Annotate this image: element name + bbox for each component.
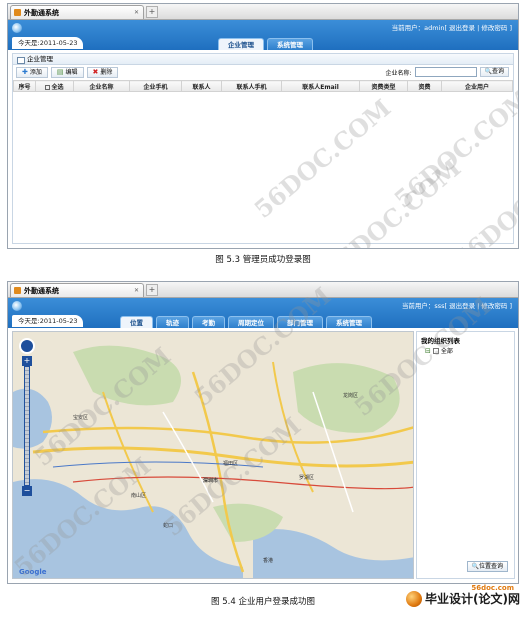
zoom-slider[interactable] (24, 366, 30, 486)
col-index: 序号 (13, 80, 36, 92)
edit-button[interactable]: ▤ 编辑 (50, 67, 84, 78)
map-label-longgang: 龙岗区 (343, 393, 359, 399)
toolbar: ✚ 添加 ▤ 编辑 ✖ 删除 企业名称: 🔍查询 (13, 65, 513, 80)
tab-department[interactable]: 部门管理 (277, 316, 323, 328)
user-screenshot: 外勤通系统 ✕ + 当前用户：sss[ 退出登录 | 修改密码 ] 今天是:20… (7, 281, 519, 584)
tab-system[interactable]: 系统管理 (326, 316, 372, 328)
col-fee-type: 资费类型 (359, 80, 408, 92)
edit-icon: ▤ (56, 68, 64, 76)
map-label-futian: 福田区 (223, 461, 239, 467)
browser-tab-title: 外勤通系统 (24, 286, 59, 295)
tab-periodic-location[interactable]: 周期定位 (228, 316, 274, 328)
search-label: 企业名称: (385, 69, 412, 77)
org-list-title: 我的组织列表 (421, 337, 460, 345)
user-status[interactable]: 当前用户：sss[ 退出登录 | 修改密码 ] (402, 300, 512, 310)
favicon-icon (14, 9, 21, 16)
col-select-all[interactable]: 全选 (35, 80, 74, 92)
map-label-hongkong: 香港 (263, 558, 274, 564)
select-all-checkbox[interactable] (45, 84, 51, 90)
tab-enterprise-management[interactable]: 企业管理 (218, 38, 264, 50)
date-label: 今天是:2011-05-23 (12, 37, 84, 49)
app-header: 当前用户：sss[ 退出登录 | 修改密码 ] 今天是:2011-05-23 位… (8, 298, 518, 328)
col-phone: 企业手机 (129, 80, 182, 92)
app-logo-icon (12, 301, 22, 311)
tab-track[interactable]: 轨迹 (156, 316, 189, 328)
browser-tabbar: 外勤通系统 ✕ + (8, 282, 518, 298)
search-button[interactable]: 🔍查询 (479, 67, 509, 77)
tree-expand-icon[interactable]: ⊟ (425, 347, 431, 355)
brand-logo-icon (406, 591, 423, 607)
delete-label: 删除 (100, 69, 113, 76)
browser-tabbar: 外勤通系统 ✕ + (8, 4, 518, 20)
col-enterprise-users: 企业用户 (441, 80, 513, 92)
add-label: 添加 (29, 69, 42, 76)
browser-tab[interactable]: 外勤通系统 ✕ (10, 283, 144, 297)
org-sidebar: 我的组织列表 ⊟ 全部 🔍位置查询 (416, 331, 515, 579)
main-nav: 位置 轨迹 考勤 周期定位 部门管理 系统管理 (120, 316, 372, 328)
col-contact: 联系人 (181, 80, 222, 92)
close-tab-icon[interactable]: ✕ (134, 9, 139, 16)
footer-site: 56doc.com (471, 584, 514, 592)
tab-system-management[interactable]: 系统管理 (267, 38, 313, 50)
zoom-out-button[interactable]: − (22, 486, 32, 496)
enterprise-panel: 企业管理 ✚ 添加 ▤ 编辑 ✖ 删除 企业名称: 🔍查询 序号 全选 企业名称 企业… (12, 53, 514, 244)
locate-button-label: 位置查询 (478, 563, 503, 570)
new-tab-button[interactable]: + (146, 6, 158, 18)
col-name: 企业名称 (73, 80, 130, 92)
map-label-nanshan: 南山区 (131, 493, 147, 499)
search-icon: 🔍 (484, 68, 492, 75)
map-label-baoan: 宝安区 (73, 415, 89, 421)
app-header: 当前用户：admin[ 退出登录 | 修改密码 ] 今天是:2011-05-23… (8, 20, 518, 50)
footer-brand: 毕业设计(论文)网 (425, 592, 520, 606)
favicon-icon (14, 287, 21, 294)
search-area: 企业名称: 🔍查询 (385, 67, 509, 77)
locate-icon: 🔍 (471, 563, 479, 570)
search-button-label: 查询 (491, 68, 504, 75)
map-label-shekou: 蛇口 (163, 523, 174, 529)
caption-figure-5-3: 图 5.3 管理员成功登录图 (215, 255, 311, 265)
pan-control-icon[interactable] (19, 338, 35, 354)
date-label: 今天是:2011-05-23 (12, 315, 84, 327)
footer-logo: 56doc.com 毕业设计(论文)网 (406, 584, 520, 607)
org-checkbox[interactable] (432, 347, 439, 354)
browser-tab[interactable]: 外勤通系统 ✕ (10, 5, 144, 19)
delete-icon: ✖ (92, 68, 99, 76)
map-view[interactable]: + − 深圳市 罗湖区 蛇口 香港 南山区 福田区 宝安区 龙岗区 Google (12, 331, 414, 579)
locate-button[interactable]: 🔍位置查询 (466, 561, 508, 572)
app-logo-icon (12, 23, 22, 33)
col-fee: 资费 (407, 80, 442, 92)
admin-screenshot: 外勤通系统 ✕ + 当前用户：admin[ 退出登录 | 修改密码 ] 今天是:… (7, 3, 519, 249)
map-label-luohu: 罗湖区 (299, 475, 315, 481)
map-canvas (13, 332, 413, 578)
map-zoom-control: + − (19, 338, 35, 496)
table-header-row: 序号 全选 企业名称 企业手机 联系人 联系人手机 联系人Email 资费类型 … (13, 80, 513, 92)
tab-attendance[interactable]: 考勤 (192, 316, 225, 328)
col-contact-email: 联系人Email (281, 80, 360, 92)
edit-label: 编辑 (65, 69, 78, 76)
main-nav: 企业管理 系统管理 (218, 38, 313, 50)
add-button[interactable]: ✚ 添加 (16, 67, 48, 78)
panel-title: 企业管理 (13, 54, 513, 65)
user-status[interactable]: 当前用户：admin[ 退出登录 | 修改密码 ] (392, 22, 512, 32)
select-all-label: 全选 (51, 83, 64, 91)
tab-location[interactable]: 位置 (120, 316, 153, 328)
col-contact-phone: 联系人手机 (221, 80, 282, 92)
org-tree-item[interactable]: ⊟ 全部 (417, 346, 514, 356)
new-tab-button[interactable]: + (146, 284, 158, 296)
google-logo: Google (19, 568, 47, 576)
close-tab-icon[interactable]: ✕ (134, 287, 139, 294)
delete-button[interactable]: ✖ 删除 (86, 67, 119, 78)
enterprise-table: 序号 全选 企业名称 企业手机 联系人 联系人手机 联系人Email 资费类型 … (13, 80, 513, 92)
org-item-label: 全部 (440, 348, 453, 355)
add-icon: ✚ (22, 68, 28, 76)
browser-tab-title: 外勤通系统 (24, 8, 59, 17)
map-label-shenzhen: 深圳市 (203, 478, 219, 484)
enterprise-name-input[interactable] (414, 67, 477, 77)
zoom-in-button[interactable]: + (22, 356, 32, 366)
